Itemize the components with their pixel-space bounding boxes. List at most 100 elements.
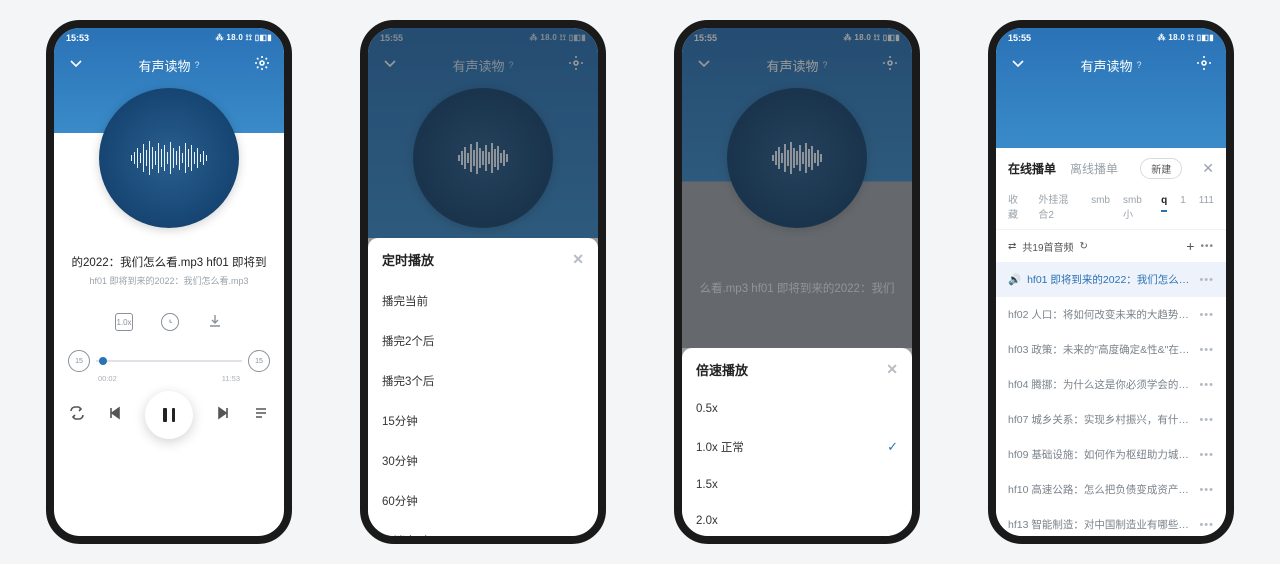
track-subtitle: hf01 即将到来的2022：我们怎么看.mp3 (54, 274, 284, 287)
progress-slider[interactable] (96, 360, 242, 362)
playlist-item[interactable]: hf02 人口：将如何改变未来的大趋势? ...••• (996, 297, 1226, 332)
page-title: 有声读物 (766, 56, 818, 75)
time-total: 11:53 (222, 374, 240, 383)
gear-icon[interactable] (1196, 55, 1212, 76)
cat-tab[interactable]: 111 (1199, 195, 1214, 206)
timer-option[interactable]: 30分钟 (368, 441, 598, 481)
item-more-icon[interactable]: ••• (1199, 484, 1214, 496)
page-title: 有声读物 (452, 56, 504, 75)
speaker-icon: 🔊 (1008, 273, 1021, 286)
next-track-button[interactable] (215, 405, 231, 426)
speed-button[interactable]: 1.0x (115, 313, 133, 331)
tab-online[interactable]: 在线播单 (1008, 160, 1056, 177)
nav-bar: 有声读物 ? (54, 48, 284, 82)
item-more-icon[interactable]: ••• (1199, 274, 1214, 286)
album-art (727, 88, 867, 228)
chevron-down-icon[interactable] (696, 55, 712, 76)
status-time: 15:55 (380, 33, 403, 43)
tab-offline[interactable]: 离线播单 (1070, 160, 1118, 177)
playlist-item[interactable]: hf09 基础设施：如何作为枢纽助力城乡...••• (996, 437, 1226, 472)
item-more-icon[interactable]: ••• (1199, 414, 1214, 426)
timer-option[interactable]: 15分钟 (368, 401, 598, 441)
album-art (413, 88, 553, 228)
item-more-icon[interactable]: ••• (1199, 519, 1214, 531)
timer-option[interactable]: 取消定时 (368, 521, 598, 536)
playlist-item[interactable]: hf13 智能制造：对中国制造业有哪些好...••• (996, 507, 1226, 536)
chevron-down-icon[interactable] (1010, 55, 1026, 76)
shuffle-icon[interactable]: ⇄ (1008, 241, 1016, 252)
cat-tab[interactable]: 收藏 (1008, 191, 1025, 221)
timer-option[interactable]: 播完当前 (368, 281, 598, 321)
help-icon[interactable]: ? (195, 60, 200, 70)
track-title: 么看.mp3 hf01 即将到来的2022：我们 (682, 228, 912, 296)
help-icon[interactable]: ? (509, 60, 514, 70)
page-title: 有声读物 (1080, 56, 1132, 75)
speed-option[interactable]: 1.5x (682, 467, 912, 503)
add-button[interactable]: + (1186, 238, 1194, 254)
check-icon: ✓ (887, 439, 898, 455)
refresh-icon[interactable]: ↻ (1080, 241, 1088, 252)
status-icons: ⁂ 18.0 ⟟⟟ ▯◧▮ (216, 33, 272, 43)
status-icons: ⁂ 18.0 ⟟⟟ ▯◧▮ (844, 33, 900, 43)
timer-button[interactable] (161, 313, 179, 331)
timer-option[interactable]: 播完3个后 (368, 361, 598, 401)
timer-option[interactable]: 播完2个后 (368, 321, 598, 361)
pause-icon (163, 408, 175, 422)
download-button[interactable] (207, 313, 223, 334)
cat-tab[interactable]: 外挂混合2 (1038, 191, 1078, 221)
playlist-item[interactable]: hf04 腾挪：为什么这是你必须学会的生...••• (996, 367, 1226, 402)
new-playlist-button[interactable]: 新建 (1140, 158, 1182, 179)
status-time: 15:55 (1008, 33, 1031, 43)
album-art (99, 88, 239, 228)
phone-playlist: 15:55 ⁂ 18.0 ⟟⟟ ▯◧▮ 有声读物? 在线播单 离线播单 新建 ✕ … (988, 20, 1234, 544)
cat-tab[interactable]: 1 (1180, 195, 1186, 206)
item-more-icon[interactable]: ••• (1199, 344, 1214, 356)
waveform-icon (131, 140, 207, 176)
time-elapsed: 00:02 (98, 374, 117, 383)
close-icon[interactable]: ✕ (886, 361, 898, 378)
speed-option[interactable]: 2.0x (682, 503, 912, 536)
playlist-panel: 在线播单 离线播单 新建 ✕ 收藏 外挂混合2 smb smb小 q 1 111… (996, 148, 1226, 536)
play-pause-button[interactable] (145, 391, 193, 439)
status-icons: ⁂ 18.0 ⟟⟟ ▯◧▮ (1158, 33, 1214, 43)
chevron-down-icon[interactable] (382, 55, 398, 76)
forward-15-button[interactable]: 15 (248, 350, 270, 372)
playlist-item[interactable]: hf07 城乡关系：实现乡村振兴，有什么...••• (996, 402, 1226, 437)
rewind-15-button[interactable]: 15 (68, 350, 90, 372)
repeat-button[interactable] (69, 405, 85, 426)
help-icon[interactable]: ? (823, 60, 828, 70)
status-time: 15:55 (694, 33, 717, 43)
status-bar: 15:53 ⁂ 18.0 ⟟⟟ ▯◧▮ (54, 28, 284, 48)
cat-tab[interactable]: smb小 (1123, 195, 1148, 221)
track-count: 共19首音频 (1022, 239, 1073, 254)
more-icon[interactable]: ••• (1200, 241, 1214, 252)
close-icon[interactable]: ✕ (1196, 160, 1214, 177)
item-more-icon[interactable]: ••• (1199, 449, 1214, 461)
gear-icon[interactable] (882, 55, 898, 76)
playlist-item[interactable]: hf10 高速公路：怎么把负债变成资产? ...••• (996, 472, 1226, 507)
close-icon[interactable]: ✕ (572, 251, 584, 268)
phone-timer-sheet: 15:55 ⁂ 18.0 ⟟⟟ ▯◧▮ 有声读物? 定时播放 ✕ 播完当前 播完2… (360, 20, 606, 544)
cat-tab[interactable]: q (1161, 195, 1167, 212)
speed-option[interactable]: 1.0x 正常✓ (682, 427, 912, 467)
track-title: 的2022：我们怎么看.mp3 hf01 即将到 (54, 238, 284, 274)
playlist-item[interactable]: hf03 政策：未来的"高度确定&性&"在哪...••• (996, 332, 1226, 367)
status-time: 15:53 (66, 33, 89, 43)
timer-sheet: 定时播放 ✕ 播完当前 播完2个后 播完3个后 15分钟 30分钟 60分钟 取… (368, 238, 598, 536)
playlist-button[interactable] (253, 405, 269, 426)
page-title: 有声读物 (138, 56, 190, 75)
help-icon[interactable]: ? (1137, 60, 1142, 70)
item-more-icon[interactable]: ••• (1199, 309, 1214, 321)
prev-track-button[interactable] (107, 405, 123, 426)
category-tabs: 收藏 外挂混合2 smb smb小 q 1 111 (996, 187, 1226, 230)
gear-icon[interactable] (254, 55, 270, 76)
playlist-item[interactable]: 🔊 hf01 即将到来的2022：我们怎么看... ••• (996, 262, 1226, 297)
timer-option[interactable]: 60分钟 (368, 481, 598, 521)
gear-icon[interactable] (568, 55, 584, 76)
item-more-icon[interactable]: ••• (1199, 379, 1214, 391)
status-icons: ⁂ 18.0 ⟟⟟ ▯◧▮ (530, 33, 586, 43)
cat-tab[interactable]: smb (1091, 195, 1110, 206)
sheet-title: 定时播放 (382, 250, 434, 269)
speed-option[interactable]: 0.5x (682, 391, 912, 427)
chevron-down-icon[interactable] (68, 55, 84, 76)
